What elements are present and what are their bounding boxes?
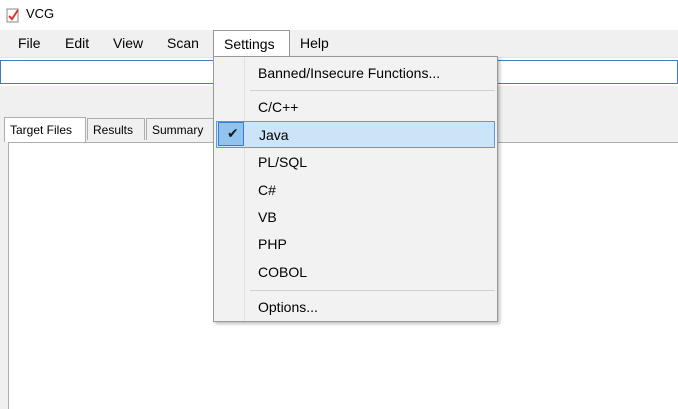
menu-view[interactable]: View xyxy=(105,30,151,57)
menu-help[interactable]: Help xyxy=(292,30,337,57)
menu-separator xyxy=(250,290,495,291)
menu-item-label: Options... xyxy=(258,299,318,315)
menu-item-php[interactable]: PHP xyxy=(216,231,495,257)
tab-results[interactable]: Results xyxy=(87,118,145,140)
settings-dropdown-menu: Banned/Insecure Functions... C/C++ ✔ Jav… xyxy=(213,56,498,322)
menu-bar: File Edit View Scan Settings Help xyxy=(0,30,678,58)
tab-target-files[interactable]: Target Files xyxy=(4,117,86,142)
menu-item-label: VB xyxy=(258,209,277,225)
menu-item-label: PL/SQL xyxy=(258,154,308,170)
menu-item-label: C/C++ xyxy=(258,99,299,115)
menu-separator xyxy=(250,90,495,91)
menu-item-csharp[interactable]: C# xyxy=(216,177,495,203)
menu-item-banned-functions[interactable]: Banned/Insecure Functions... xyxy=(216,60,495,86)
menu-item-plsql[interactable]: PL/SQL xyxy=(216,149,495,175)
menu-item-cobol[interactable]: COBOL xyxy=(216,259,495,285)
app-icon xyxy=(6,8,19,23)
menu-scan[interactable]: Scan xyxy=(159,30,207,57)
check-icon: ✔ xyxy=(218,122,244,146)
menu-settings[interactable]: Settings xyxy=(213,30,290,56)
menu-item-label: C# xyxy=(258,182,276,198)
window-title: VCG xyxy=(26,6,55,21)
menu-item-label: Banned/Insecure Functions... xyxy=(258,65,441,81)
menu-item-label: COBOL xyxy=(258,264,308,280)
menu-item-label: PHP xyxy=(258,236,287,252)
menu-item-label: Java xyxy=(259,127,289,143)
tab-summary[interactable]: Summary T xyxy=(146,118,216,159)
menu-item-vb[interactable]: VB xyxy=(216,204,495,230)
menu-item-cpp[interactable]: C/C++ xyxy=(216,94,495,120)
menu-file[interactable]: File xyxy=(10,30,49,57)
menu-item-java[interactable]: ✔ Java xyxy=(216,121,495,148)
menu-item-options[interactable]: Options... xyxy=(216,294,495,320)
menu-edit[interactable]: Edit xyxy=(57,30,97,57)
title-bar: VCG xyxy=(0,0,678,30)
